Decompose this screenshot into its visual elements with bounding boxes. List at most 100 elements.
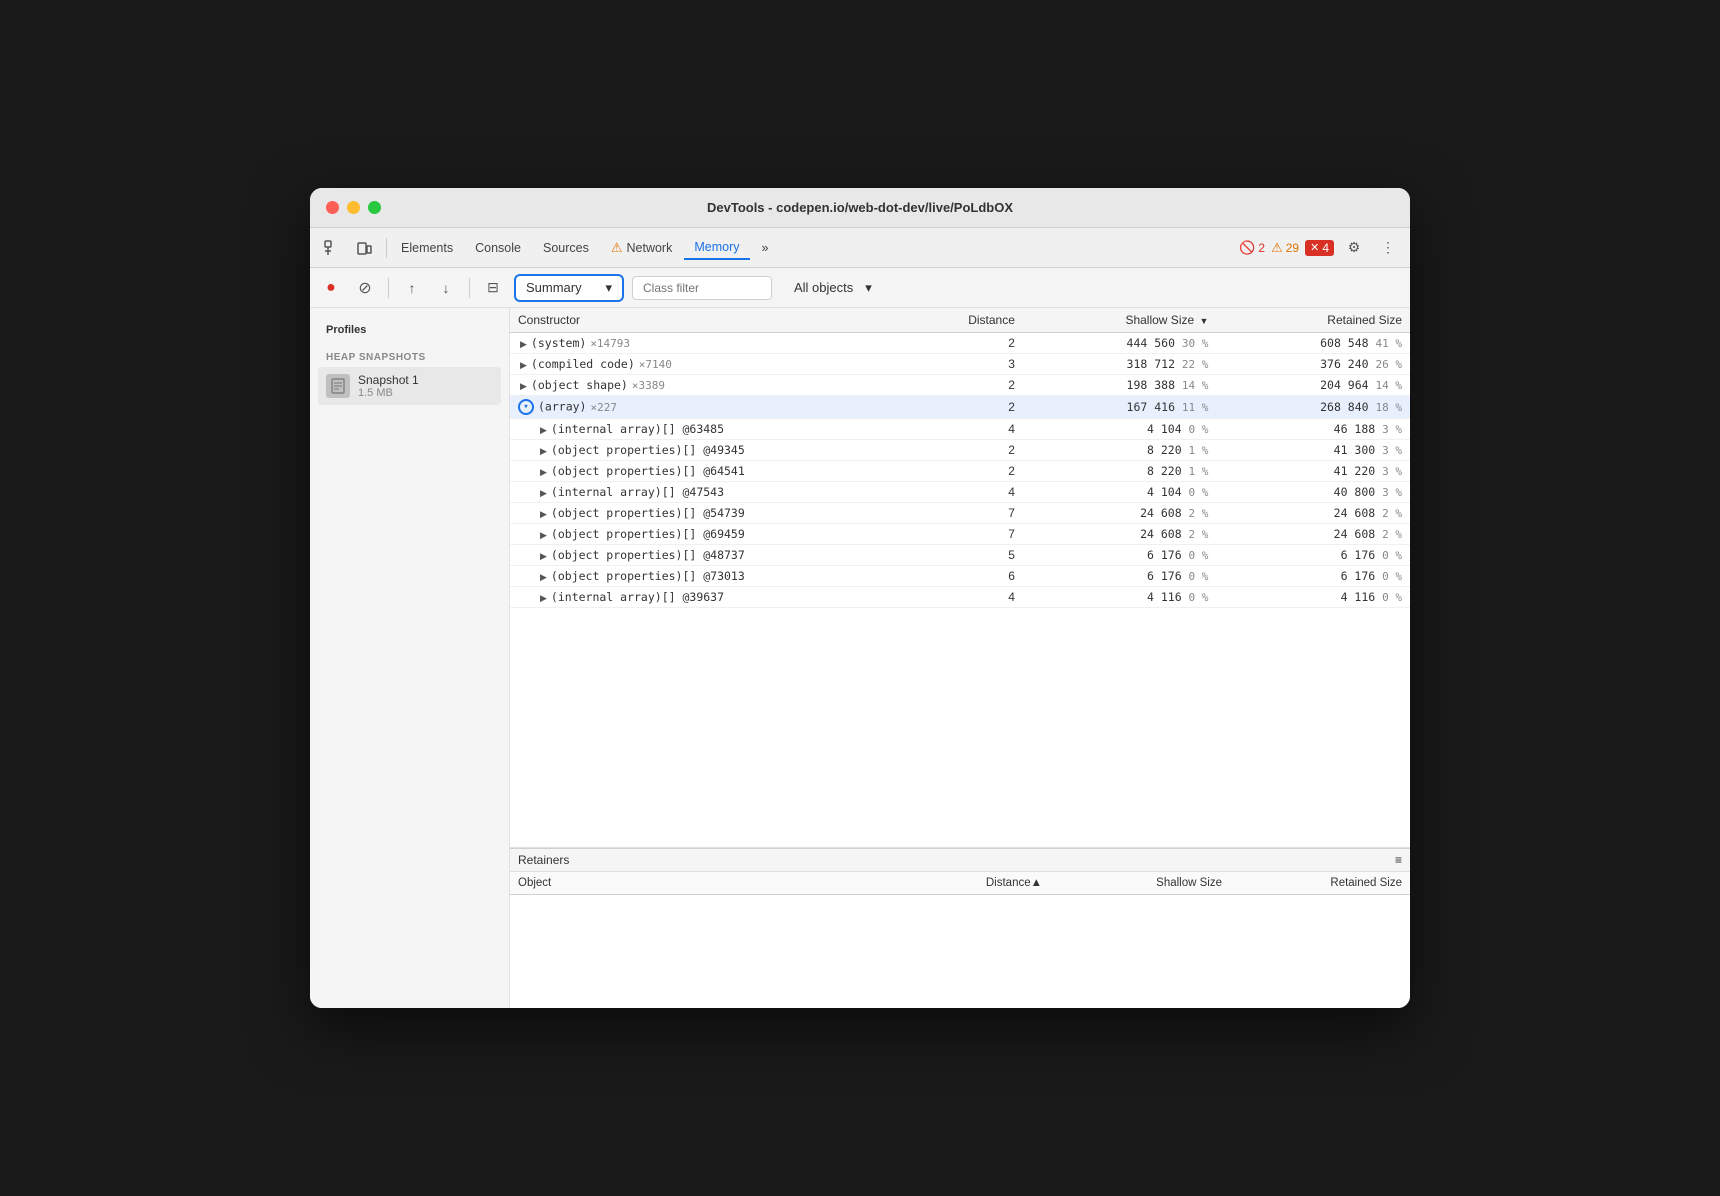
cell-shallow: 8 220 1 % bbox=[1023, 461, 1217, 482]
profiles-heading: Profiles bbox=[318, 320, 501, 340]
expand-button[interactable]: ▶ bbox=[538, 530, 549, 541]
col-header-shallow[interactable]: Shallow Size ▼ bbox=[1023, 308, 1217, 333]
cell-constructor: ▶(internal array)[] @47543 bbox=[510, 482, 945, 503]
table-row[interactable]: ▶(object properties)[] @54739 7 24 608 2… bbox=[510, 503, 1410, 524]
expand-button[interactable]: ▶ bbox=[538, 446, 549, 457]
cell-retained: 204 964 14 % bbox=[1216, 375, 1410, 396]
table-row[interactable]: ▶(internal array)[] @63485 4 4 104 0 % 4… bbox=[510, 419, 1410, 440]
inspector-icon[interactable] bbox=[318, 234, 346, 262]
table-row[interactable]: ▶(object properties)[] @64541 2 8 220 1 … bbox=[510, 461, 1410, 482]
maximize-button[interactable] bbox=[368, 201, 381, 214]
devtools-window: DevTools - codepen.io/web-dot-dev/live/P… bbox=[310, 188, 1410, 1008]
titlebar: DevTools - codepen.io/web-dot-dev/live/P… bbox=[310, 188, 1410, 228]
snapshot-item[interactable]: Snapshot 1 1.5 MB bbox=[318, 367, 501, 405]
expand-circle-icon: ▾ bbox=[518, 399, 534, 415]
table-row[interactable]: ▶(compiled code)×7140 3 318 712 22 % 376… bbox=[510, 354, 1410, 375]
expand-button[interactable]: ▶ bbox=[518, 360, 529, 371]
ret-col-object[interactable]: Object bbox=[510, 872, 915, 895]
table-row[interactable]: ▶(internal array)[] @39637 4 4 116 0 % 4… bbox=[510, 587, 1410, 608]
cell-shallow: 6 176 0 % bbox=[1023, 566, 1217, 587]
content-area: Profiles HEAP SNAPSHOTS Snapshot 1 1.5 M bbox=[310, 308, 1410, 1008]
minimize-button[interactable] bbox=[347, 201, 360, 214]
nav-icons bbox=[318, 234, 378, 262]
summary-dropdown[interactable]: Summary ▾ bbox=[514, 274, 624, 302]
tab-memory[interactable]: Memory bbox=[684, 236, 749, 260]
table-row[interactable]: ▾(array)×227 2 167 416 11 % 268 840 18 % bbox=[510, 396, 1410, 419]
filter-button[interactable]: ⊟ bbox=[480, 275, 506, 301]
cell-shallow: 167 416 11 % bbox=[1023, 396, 1217, 419]
memory-toolbar: ● ⊘ ↑ ↓ ⊟ Summary ▾ All objects ▾ bbox=[310, 268, 1410, 308]
cell-shallow: 24 608 2 % bbox=[1023, 524, 1217, 545]
cell-retained: 41 220 3 % bbox=[1216, 461, 1410, 482]
cell-shallow: 4 104 0 % bbox=[1023, 419, 1217, 440]
table-row[interactable]: ▶(system)×14793 2 444 560 30 % 608 548 4… bbox=[510, 333, 1410, 354]
class-filter-input[interactable] bbox=[632, 276, 772, 300]
ret-col-shallow[interactable]: Shallow Size bbox=[1050, 872, 1230, 895]
cell-constructor: ▶(internal array)[] @39637 bbox=[510, 587, 945, 608]
cell-shallow: 24 608 2 % bbox=[1023, 503, 1217, 524]
cell-constructor: ▶(object properties)[] @48737 bbox=[510, 545, 945, 566]
expand-button[interactable]: ▶ bbox=[538, 551, 549, 562]
tab-console[interactable]: Console bbox=[465, 237, 531, 259]
cell-retained: 24 608 2 % bbox=[1216, 503, 1410, 524]
tab-more[interactable]: » bbox=[752, 237, 779, 259]
col-header-distance[interactable]: Distance bbox=[945, 308, 1022, 333]
cell-shallow: 8 220 1 % bbox=[1023, 440, 1217, 461]
cell-retained: 46 188 3 % bbox=[1216, 419, 1410, 440]
warning-badge: ⚠ 29 bbox=[1271, 240, 1299, 256]
retainers-menu-icon[interactable]: ≡ bbox=[1395, 853, 1402, 867]
all-objects-dropdown[interactable]: All objects ▾ bbox=[784, 276, 882, 300]
cell-retained: 6 176 0 % bbox=[1216, 545, 1410, 566]
retainers-panel: Retainers ≡ Object Distance▲ Shallow Siz… bbox=[510, 848, 1410, 1008]
cell-constructor: ▶(object shape)×3389 bbox=[510, 375, 945, 396]
col-header-constructor[interactable]: Constructor bbox=[510, 308, 945, 333]
expand-button[interactable]: ▶ bbox=[538, 593, 549, 604]
table-row[interactable]: ▶(object shape)×3389 2 198 388 14 % 204 … bbox=[510, 375, 1410, 396]
settings-icon[interactable]: ⚙ bbox=[1340, 234, 1368, 262]
expand-button[interactable]: ▶ bbox=[538, 572, 549, 583]
constructor-table: Constructor Distance Shallow Size ▼ Reta… bbox=[510, 308, 1410, 608]
expand-button[interactable]: ▶ bbox=[538, 425, 549, 436]
table-row[interactable]: ▶(object properties)[] @69459 7 24 608 2… bbox=[510, 524, 1410, 545]
upload-button[interactable]: ↑ bbox=[399, 275, 425, 301]
all-objects-dropdown-icon: ▾ bbox=[865, 280, 872, 296]
ret-col-distance[interactable]: Distance▲ bbox=[915, 872, 1050, 895]
close-button[interactable] bbox=[326, 201, 339, 214]
table-row[interactable]: ▶(object properties)[] @73013 6 6 176 0 … bbox=[510, 566, 1410, 587]
network-warning-icon: ⚠ bbox=[611, 240, 623, 256]
expand-button[interactable]: ▶ bbox=[538, 509, 549, 520]
col-header-retained[interactable]: Retained Size bbox=[1216, 308, 1410, 333]
table-row[interactable]: ▶(object properties)[] @49345 2 8 220 1 … bbox=[510, 440, 1410, 461]
clear-button[interactable]: ⊘ bbox=[352, 275, 378, 301]
tab-network[interactable]: ⚠ Network bbox=[601, 236, 683, 260]
ret-col-retained[interactable]: Retained Size bbox=[1230, 872, 1410, 895]
table-row[interactable]: ▶(object properties)[] @48737 5 6 176 0 … bbox=[510, 545, 1410, 566]
expand-button[interactable]: ▶ bbox=[518, 381, 529, 392]
download-button[interactable]: ↓ bbox=[433, 275, 459, 301]
expand-button[interactable]: ▶ bbox=[518, 339, 529, 350]
record-button[interactable]: ● bbox=[318, 275, 344, 301]
main-toolbar: Elements Console Sources ⚠ Network Memor… bbox=[310, 228, 1410, 268]
cell-retained: 268 840 18 % bbox=[1216, 396, 1410, 419]
snapshot-icon bbox=[326, 374, 350, 398]
cell-retained: 40 800 3 % bbox=[1216, 482, 1410, 503]
info-badge: ✕ 4 bbox=[1305, 240, 1334, 256]
heap-table[interactable]: Constructor Distance Shallow Size ▼ Reta… bbox=[510, 308, 1410, 848]
tab-sources[interactable]: Sources bbox=[533, 237, 599, 259]
traffic-lights bbox=[326, 201, 381, 214]
table-row[interactable]: ▶(internal array)[] @47543 4 4 104 0 % 4… bbox=[510, 482, 1410, 503]
cell-distance: 2 bbox=[945, 461, 1022, 482]
cell-shallow: 4 116 0 % bbox=[1023, 587, 1217, 608]
device-toggle-icon[interactable] bbox=[350, 234, 378, 262]
more-options-icon[interactable]: ⋮ bbox=[1374, 234, 1402, 262]
retainers-table-area[interactable]: Object Distance▲ Shallow Size Retained S… bbox=[510, 872, 1410, 1008]
cell-distance: 2 bbox=[945, 396, 1022, 419]
cell-constructor: ▶(system)×14793 bbox=[510, 333, 945, 354]
tab-elements[interactable]: Elements bbox=[391, 237, 463, 259]
cell-distance: 2 bbox=[945, 440, 1022, 461]
cell-constructor: ▶(object properties)[] @49345 bbox=[510, 440, 945, 461]
expand-button[interactable]: ▶ bbox=[538, 467, 549, 478]
cell-constructor: ▶(compiled code)×7140 bbox=[510, 354, 945, 375]
cell-constructor: ▶(internal array)[] @63485 bbox=[510, 419, 945, 440]
expand-button[interactable]: ▶ bbox=[538, 488, 549, 499]
